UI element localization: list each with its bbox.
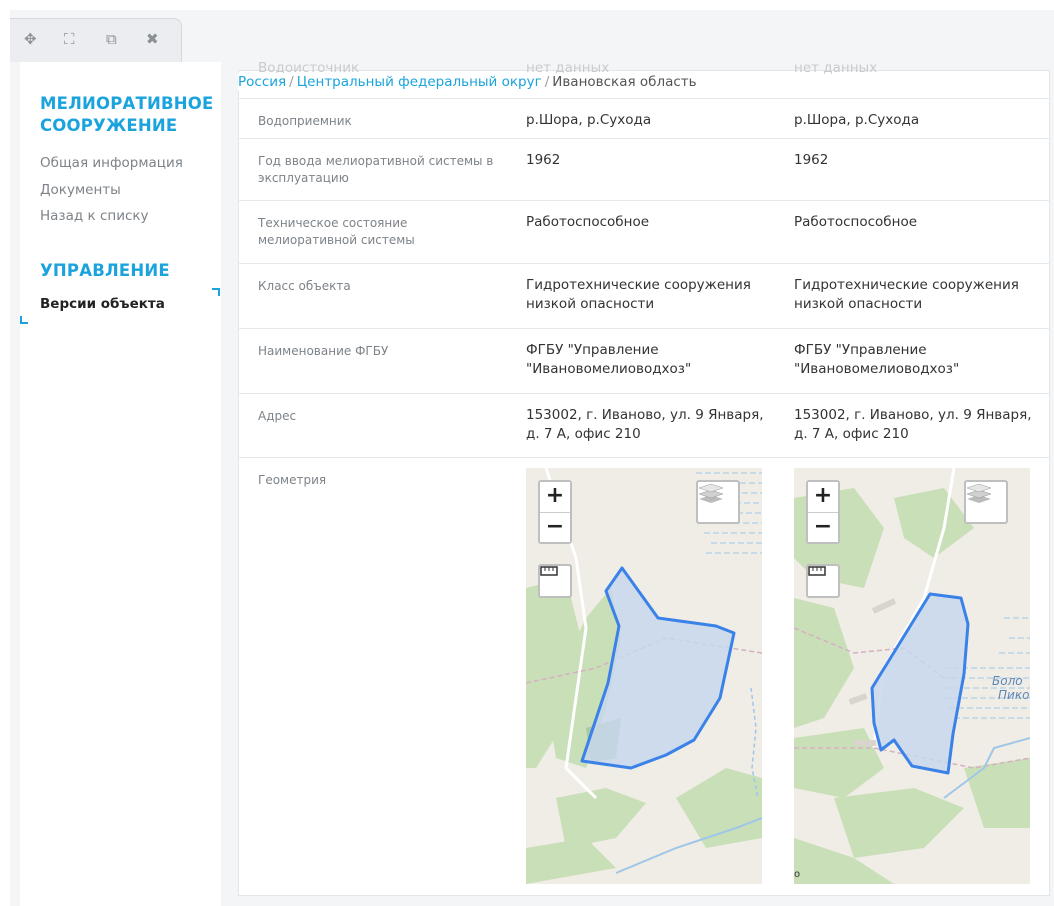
- layers-icon: [698, 483, 724, 503]
- sidebar-item-label: Версии объекта: [40, 296, 165, 312]
- close-icon[interactable]: ✖: [146, 31, 159, 47]
- row-label: Техническое состояние мелиоративной сист…: [258, 216, 415, 247]
- section-title-management: УПРАВЛЕНИЕ: [40, 261, 170, 280]
- ruler-icon: [540, 566, 558, 576]
- sidebar-link-back-to-list[interactable]: Назад к списку: [40, 207, 149, 225]
- row-value-version-1: ФГБУ "Управление "Ивановомелиоводхоз": [526, 342, 692, 377]
- sidebar-item-object-versions[interactable]: Версии объекта: [20, 288, 220, 324]
- zoom-in-button[interactable]: +: [540, 482, 570, 512]
- row-value-version-2: Гидротехнические сооружения низкой опасн…: [794, 277, 1019, 312]
- table-row: Водоприемник р.Шора, р.Сухода р.Шора, р.…: [238, 98, 1050, 138]
- breadcrumb: Россия / Центральный федеральный округ / Ива…: [238, 73, 703, 91]
- row-label: Класс объекта: [258, 279, 351, 293]
- zoom-in-button[interactable]: +: [808, 482, 838, 512]
- ruler-icon: [808, 566, 826, 576]
- row-value-version-1: р.Шора, р.Сухода: [526, 112, 652, 128]
- geometry-map-version-1[interactable]: + −: [526, 468, 762, 884]
- table-row: Год ввода мелиоративной системы в эксплу…: [238, 138, 1050, 200]
- map-place-label: Боло: [992, 674, 1023, 688]
- row-value-version-2: Работоспособное: [794, 214, 918, 230]
- breadcrumb-separator: /: [289, 74, 294, 90]
- corner-bracket-icon: [212, 288, 220, 296]
- sidebar-link-general-info[interactable]: Общая информация: [40, 154, 183, 172]
- row-label: Наименование ФГБУ: [258, 344, 389, 358]
- table-row: Наименование ФГБУ ФГБУ "Управление "Иван…: [238, 328, 1050, 393]
- row-value-version-1: 153002, г. Иваново, ул. 9 Января, д. 7 А…: [526, 407, 764, 442]
- row-label: Адрес: [258, 409, 297, 423]
- external-link-icon[interactable]: ⧉: [106, 31, 117, 47]
- zoom-out-button[interactable]: −: [540, 512, 570, 542]
- table-row: Техническое состояние мелиоративной сист…: [238, 200, 1050, 263]
- sidebar-link-documents[interactable]: Документы: [40, 181, 121, 199]
- measure-ruler-button[interactable]: [538, 564, 572, 598]
- row-label: Водоприемник: [258, 114, 352, 128]
- row-label: Геометрия: [258, 473, 327, 487]
- layers-button[interactable]: [964, 480, 1008, 524]
- breadcrumb-link-russia[interactable]: Россия: [238, 74, 286, 90]
- zoom-control: + −: [806, 480, 840, 544]
- sidebar: МЕЛИОРАТИВНОЕ СООРУЖЕНИЕ Общая информаци…: [20, 62, 221, 906]
- expand-icon[interactable]: ⛶: [64, 31, 75, 47]
- ghost-row-value-2: нет данных: [794, 60, 878, 76]
- table-row: Класс объекта Гидротехнические сооружени…: [238, 263, 1050, 328]
- row-value-version-2: р.Шора, р.Сухода: [794, 112, 920, 128]
- geometry-map-version-2[interactable]: Боло Пико o + −: [794, 468, 1030, 884]
- layers-icon: [966, 483, 992, 503]
- layers-button[interactable]: [696, 480, 740, 524]
- zoom-control: + −: [538, 480, 572, 544]
- breadcrumb-link-central-district[interactable]: Центральный федеральный округ: [297, 74, 542, 90]
- section-title-melioration: МЕЛИОРАТИВНОЕ СООРУЖЕНИЕ: [40, 94, 214, 135]
- row-value-version-2: ФГБУ "Управление "Ивановомелиоводхоз": [794, 342, 960, 377]
- breadcrumb-separator: /: [544, 74, 550, 90]
- row-value-version-2: 153002, г. Иваново, ул. 9 Января, д. 7 А…: [794, 407, 1032, 442]
- map-place-label: Пико: [998, 688, 1030, 702]
- table-row: Адрес 153002, г. Иваново, ул. 9 Января, …: [238, 393, 1050, 457]
- row-value-version-1: Гидротехнические сооружения низкой опасн…: [526, 277, 751, 312]
- row-label: Год ввода мелиоративной системы в эксплу…: [258, 154, 494, 185]
- window-toolbar: ✥ ⛶ ⧉ ✖: [10, 18, 182, 62]
- map-attribution: o: [794, 869, 801, 880]
- row-value-version-2: 1962: [794, 152, 829, 168]
- measure-ruler-button[interactable]: [806, 564, 840, 598]
- corner-bracket-icon: [20, 316, 28, 324]
- zoom-out-button[interactable]: −: [808, 512, 838, 542]
- breadcrumb-current: Ивановская область: [552, 74, 697, 90]
- row-value-version-1: Работоспособное: [526, 214, 650, 230]
- row-value-version-1: 1962: [526, 152, 561, 168]
- move-icon[interactable]: ✥: [24, 31, 37, 47]
